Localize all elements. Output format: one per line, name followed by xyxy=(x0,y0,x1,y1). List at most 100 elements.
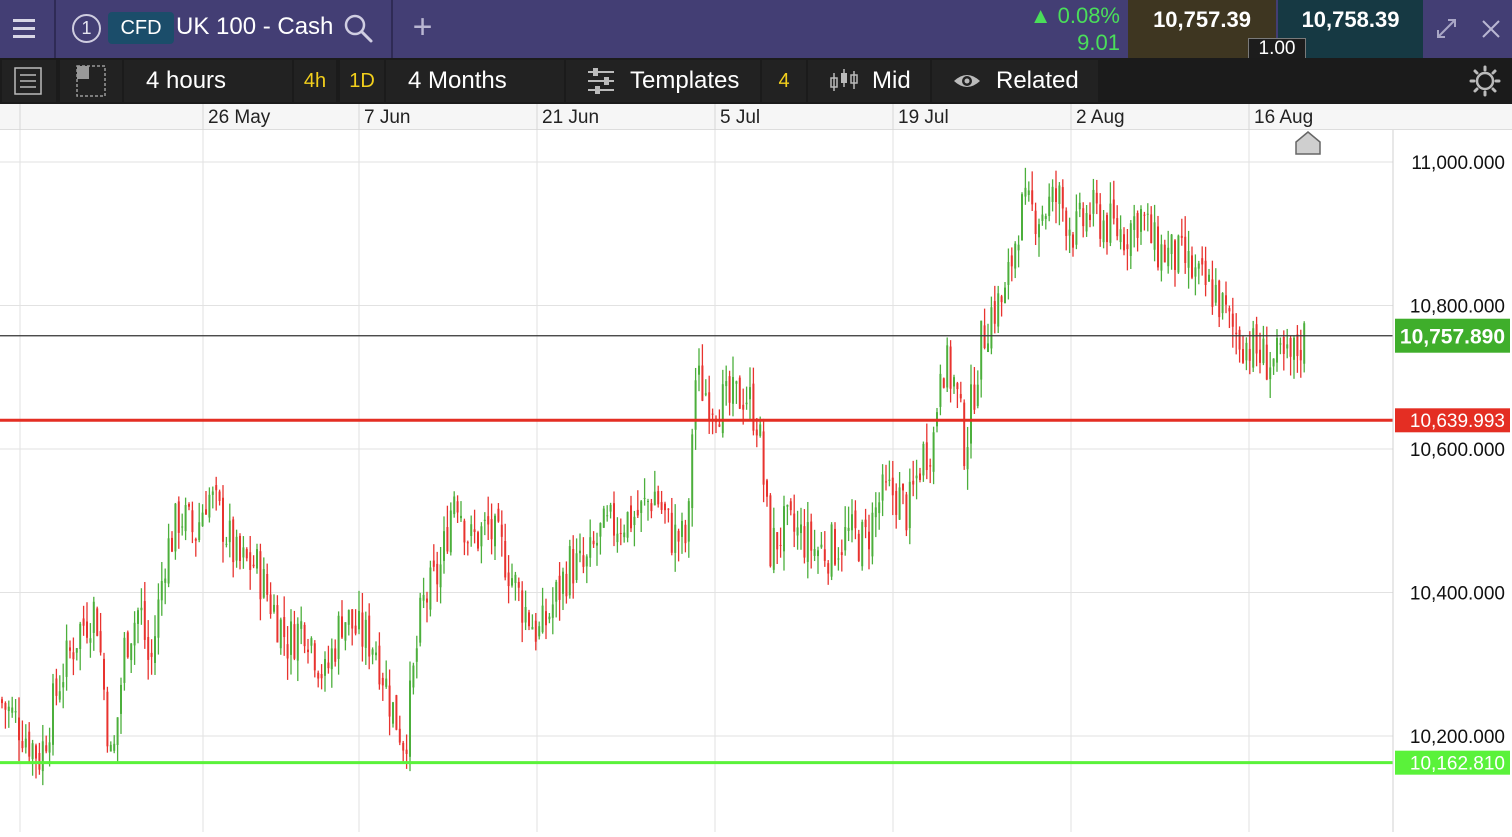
candle-body-up xyxy=(52,683,54,745)
instrument-type-badge: CFD xyxy=(108,12,174,44)
list-button[interactable] xyxy=(2,60,56,102)
candle-body-down xyxy=(354,625,357,634)
candle-body-up xyxy=(31,743,34,760)
date-tick-label: 26 May xyxy=(208,107,271,128)
quick-interval-4h[interactable]: 4h xyxy=(294,60,336,102)
templates-count[interactable]: 4 xyxy=(762,60,806,102)
candle-body-up xyxy=(800,524,802,534)
candle-body-down xyxy=(942,378,945,388)
candle-body-down xyxy=(500,524,503,537)
candle-body-up xyxy=(970,384,972,444)
candle-body-down xyxy=(949,346,952,389)
templates-button[interactable]: Templates xyxy=(566,60,760,102)
candle-body-up xyxy=(279,619,282,649)
search-icon[interactable] xyxy=(342,12,374,44)
candle-body-down xyxy=(507,572,510,587)
candle-body-down xyxy=(1136,213,1139,238)
candle-body-down xyxy=(823,549,826,561)
instrument-selector[interactable]: 1 CFD UK 100 - Cash xyxy=(58,0,390,58)
add-instrument-button[interactable]: + xyxy=(395,0,450,58)
candle-body-down xyxy=(361,612,364,647)
candle-body-up xyxy=(1119,229,1122,243)
candle-body-down xyxy=(86,621,88,638)
candle-body-down xyxy=(677,530,680,542)
range-dropdown[interactable]: 4 Months xyxy=(386,60,564,102)
candle-body-down xyxy=(171,537,173,552)
candle-body-up xyxy=(201,512,204,527)
quick-interval-1d[interactable]: 1D xyxy=(340,60,384,102)
eye-icon xyxy=(954,75,980,87)
candle-body-down xyxy=(215,485,218,491)
layout-button[interactable] xyxy=(60,60,122,102)
candle-body-down xyxy=(232,519,235,563)
expand-button[interactable] xyxy=(1428,0,1466,58)
candle-body-up xyxy=(58,691,61,700)
candle-body-down xyxy=(1201,258,1204,265)
candle-body-up xyxy=(290,621,292,655)
candle-body-up xyxy=(157,599,160,638)
candle-body-down xyxy=(177,501,180,533)
expand-arrows-icon xyxy=(1437,19,1456,38)
candle-body-down xyxy=(147,637,150,660)
candle-body-up xyxy=(783,506,785,552)
candle-body-up xyxy=(524,606,527,623)
candle-body-up xyxy=(813,549,816,556)
candle-body-up xyxy=(174,503,177,552)
candle-body-down xyxy=(752,383,755,431)
menu-button[interactable] xyxy=(0,0,52,58)
candle-body-up xyxy=(310,638,313,646)
candle-body-up xyxy=(1102,220,1105,243)
candle-body-down xyxy=(864,519,867,528)
candle-body-down xyxy=(929,465,932,467)
candle-body-up xyxy=(256,549,258,569)
candle-body-up xyxy=(300,621,303,629)
candle-body-up xyxy=(898,487,901,520)
candle-body-down xyxy=(728,376,731,403)
candle-body-down xyxy=(239,535,241,561)
settings-button[interactable] xyxy=(1460,60,1510,102)
candle-body-up xyxy=(871,512,874,557)
candle-body-down xyxy=(191,510,194,533)
related-button[interactable]: Related xyxy=(932,60,1098,102)
candle-body-up xyxy=(7,706,10,712)
quantity-field[interactable]: 1.00 xyxy=(1248,38,1306,60)
candle-body-down xyxy=(803,526,806,558)
candle-body-down xyxy=(1231,313,1234,327)
candle-body-up xyxy=(1194,267,1197,277)
close-button[interactable] xyxy=(1470,0,1512,58)
candle-body-down xyxy=(307,649,309,653)
candle-body-up xyxy=(623,532,626,538)
candle-body-down xyxy=(701,365,704,401)
candle-body-up xyxy=(1208,274,1210,282)
candle-body-down xyxy=(477,532,479,549)
candle-body-down xyxy=(1089,214,1091,221)
candle-body-down xyxy=(1123,234,1125,251)
candle-body-up xyxy=(551,604,554,618)
candle-body-down xyxy=(21,741,24,749)
candle-body-down xyxy=(259,551,262,600)
candle-body-up xyxy=(596,542,598,546)
gear-icon xyxy=(1469,65,1501,97)
candle-body-down xyxy=(432,560,435,567)
candle-body-up xyxy=(1044,216,1047,219)
candle-body-down xyxy=(1299,349,1302,361)
candle-body-down xyxy=(1259,349,1261,363)
candle-body-down xyxy=(398,728,401,743)
candle-body-down xyxy=(1180,235,1183,238)
candle-body-down xyxy=(667,508,670,510)
candle-body-down xyxy=(313,643,316,671)
candle-body-up xyxy=(120,684,122,714)
candle-body-down xyxy=(1184,236,1187,263)
candle-body-up xyxy=(674,524,677,553)
candle-body-up xyxy=(1048,196,1051,217)
price-chart[interactable]: 11,000.000 10,800.000 10,600.000 10,400.000… xyxy=(0,130,1512,832)
candle-body-down xyxy=(188,504,190,507)
candle-body-up xyxy=(439,564,442,588)
candle-body-up xyxy=(1004,287,1006,304)
candle-body-down xyxy=(28,731,31,757)
layout-grid-icon xyxy=(76,65,106,97)
candle-body-up xyxy=(116,717,119,746)
price-type-button[interactable]: Mid xyxy=(808,60,930,102)
candle-body-down xyxy=(657,491,660,505)
interval-dropdown[interactable]: 4 hours xyxy=(124,60,292,102)
